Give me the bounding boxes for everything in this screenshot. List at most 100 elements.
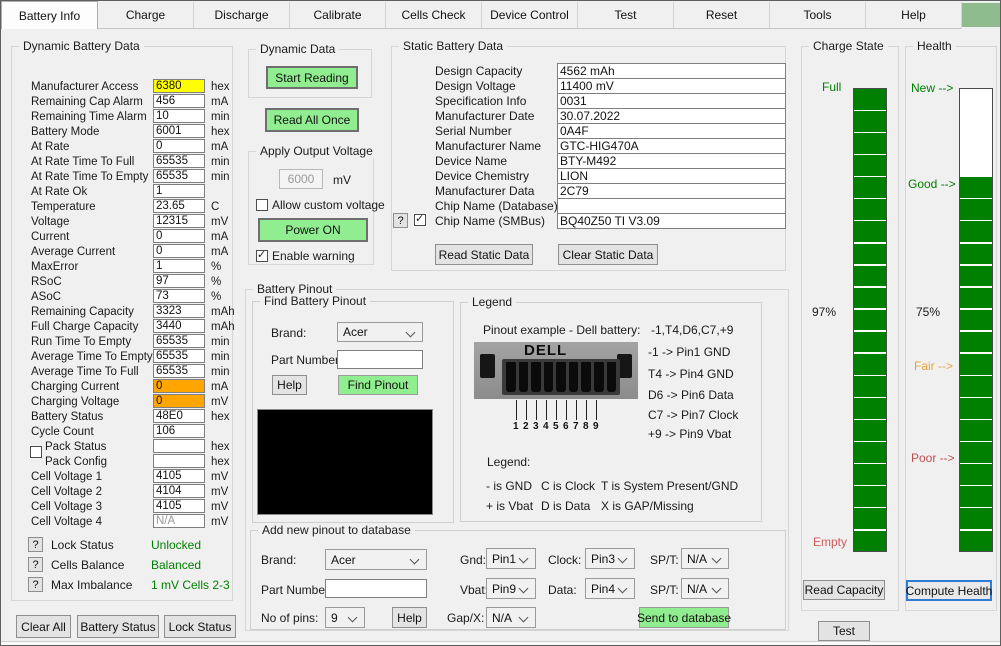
- pack-config-field[interactable]: [153, 454, 205, 468]
- gnd-select[interactable]: Pin1: [486, 548, 536, 569]
- cell-voltage-2-field[interactable]: [153, 484, 205, 498]
- tab-test[interactable]: Test: [578, 2, 674, 29]
- full-charge-capacity-field[interactable]: [153, 319, 205, 333]
- chip-name-smbus-field[interactable]: [557, 213, 786, 229]
- clear-all-button[interactable]: Clear All: [16, 615, 71, 638]
- legend-item: C is Clock: [541, 479, 596, 493]
- clear-static-data-button[interactable]: Clear Static Data: [558, 244, 658, 265]
- spt2-select[interactable]: N/A: [681, 578, 729, 599]
- remaining-time-alarm-field[interactable]: [153, 109, 205, 123]
- max-imbalance-help-button[interactable]: ?: [28, 577, 43, 592]
- remaining-cap-alarm-field[interactable]: [153, 94, 205, 108]
- at-rate-time-to-full-field[interactable]: [153, 154, 205, 168]
- average-time-to-full-field[interactable]: [153, 364, 205, 378]
- manufacturer-data-field[interactable]: [557, 183, 786, 199]
- enable-warning-checkbox[interactable]: ✓: [256, 249, 268, 262]
- average-current-field[interactable]: [153, 244, 205, 258]
- cell-voltage-3-field[interactable]: [153, 499, 205, 513]
- no-of-pins-select[interactable]: 9: [325, 607, 365, 628]
- lock-status-help-button[interactable]: ?: [28, 537, 43, 552]
- data-select[interactable]: Pin4: [585, 578, 635, 599]
- battery-status-field[interactable]: [153, 409, 205, 423]
- chip-name-help-button[interactable]: ?: [393, 213, 408, 228]
- tab-reset[interactable]: Reset: [674, 2, 770, 29]
- pinout-example-label: Pinout example - Dell battery:: [483, 323, 641, 337]
- current-field[interactable]: [153, 229, 205, 243]
- chevron-down-icon: [518, 612, 529, 623]
- serial-number-field[interactable]: [557, 123, 786, 139]
- gapx-select[interactable]: N/A: [486, 607, 536, 628]
- cell-voltage-1-field[interactable]: [153, 469, 205, 483]
- maxerror-field[interactable]: [153, 259, 205, 273]
- temperature-field[interactable]: [153, 199, 205, 213]
- no-of-pins-label: No of pins:: [261, 611, 319, 625]
- find-help-button[interactable]: Help: [272, 375, 307, 395]
- test-button[interactable]: Test: [818, 621, 870, 641]
- read-capacity-button[interactable]: Read Capacity: [803, 580, 885, 600]
- average-time-to-empty-field[interactable]: [153, 349, 205, 363]
- battery-status-button[interactable]: Battery Status: [77, 615, 159, 638]
- pack-status-checkbox[interactable]: [30, 446, 42, 458]
- add-part-number-input[interactable]: [325, 579, 427, 598]
- at-rate-ok-field[interactable]: [153, 184, 205, 198]
- cell-voltage-4-field[interactable]: [153, 514, 205, 528]
- bar-segment: [960, 442, 992, 463]
- tab-tools[interactable]: Tools: [770, 2, 866, 29]
- tab-discharge[interactable]: Discharge: [194, 2, 290, 29]
- device-name-field[interactable]: [557, 153, 786, 169]
- bar-segment: [854, 221, 886, 243]
- design-voltage-field[interactable]: [557, 78, 786, 94]
- tab-battery-info[interactable]: Battery Info: [1, 1, 98, 29]
- at-rate-field[interactable]: [153, 139, 205, 153]
- clock-select[interactable]: Pin3: [585, 548, 635, 569]
- manufacturer-access-field[interactable]: [153, 79, 205, 93]
- chip-name-smbus-checkbox[interactable]: ✓: [414, 213, 426, 226]
- rsoc-field[interactable]: [153, 274, 205, 288]
- send-to-database-button[interactable]: Send to database: [637, 607, 731, 628]
- charging-current-field[interactable]: [153, 379, 205, 393]
- allow-custom-voltage-checkbox[interactable]: [256, 199, 268, 211]
- compute-health-button[interactable]: Compute Health: [906, 580, 992, 601]
- lock-status-button[interactable]: Lock Status: [164, 615, 236, 638]
- tab-device-control[interactable]: Device Control: [482, 2, 578, 29]
- power-on-button[interactable]: Power ON: [258, 218, 368, 242]
- manufacturer-date-field[interactable]: [557, 108, 786, 124]
- charging-voltage-label: Charging Voltage: [31, 396, 120, 408]
- gnd-value: Pin1: [492, 551, 517, 566]
- cycle-count-field[interactable]: [153, 424, 205, 438]
- asoc-field[interactable]: [153, 289, 205, 303]
- voltage-field[interactable]: [153, 214, 205, 228]
- run-time-to-empty-field[interactable]: [153, 334, 205, 348]
- vbat-select[interactable]: Pin9: [486, 578, 536, 599]
- brand-select[interactable]: Acer: [337, 322, 423, 342]
- cells-balance-help-button[interactable]: ?: [28, 557, 43, 572]
- clock-value: Pin3: [591, 551, 616, 566]
- pack-status-field[interactable]: [153, 439, 205, 453]
- tab-charge[interactable]: Charge: [98, 2, 194, 29]
- design-capacity-field[interactable]: [557, 63, 786, 79]
- battery-mode-field[interactable]: [153, 124, 205, 138]
- remaining-capacity-field[interactable]: [153, 304, 205, 318]
- average-time-to-empty-label: Average Time To Empty: [31, 351, 153, 363]
- read-static-data-button[interactable]: Read Static Data: [435, 244, 533, 265]
- part-number-input[interactable]: [337, 350, 423, 369]
- find-pinout-button[interactable]: Find Pinout: [338, 375, 418, 395]
- tab-help[interactable]: Help: [866, 2, 962, 29]
- maxerror-unit: %: [211, 261, 222, 273]
- charging-voltage-field[interactable]: [153, 394, 205, 408]
- allow-custom-voltage-label: Allow custom voltage: [272, 198, 385, 212]
- add-help-button[interactable]: Help: [392, 607, 427, 628]
- tab-calibrate[interactable]: Calibrate: [290, 2, 386, 29]
- pin-number: 3: [533, 421, 539, 432]
- at-rate-time-to-empty-field[interactable]: [153, 169, 205, 183]
- start-reading-button[interactable]: Start Reading: [266, 66, 358, 89]
- read-all-once-button[interactable]: Read All Once: [265, 108, 359, 132]
- tab-cells-check[interactable]: Cells Check: [386, 2, 482, 29]
- specification-info-field[interactable]: [557, 93, 786, 109]
- device-chemistry-field[interactable]: [557, 168, 786, 184]
- custom-voltage-input[interactable]: [279, 169, 323, 189]
- add-brand-select[interactable]: Acer: [325, 549, 427, 570]
- chip-name-database-field[interactable]: [557, 198, 786, 214]
- manufacturer-name-field[interactable]: [557, 138, 786, 154]
- spt1-select[interactable]: N/A: [681, 548, 729, 569]
